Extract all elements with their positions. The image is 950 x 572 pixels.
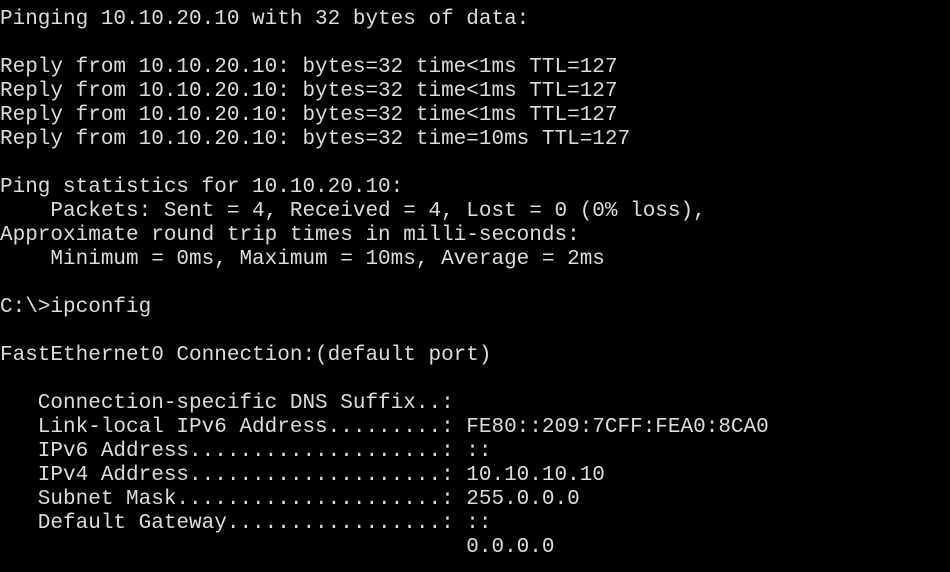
ipv6-address-line: IPv6 Address....................: ::: [0, 440, 492, 463]
round-trip-header: Approximate round trip times in milli-se…: [0, 224, 580, 247]
ping-packets-summary: Packets: Sent = 4, Received = 4, Lost = …: [0, 200, 706, 223]
ping-reply-line: Reply from 10.10.20.10: bytes=32 time<1m…: [0, 56, 618, 79]
ping-statistics-header: Ping statistics for 10.10.20.10:: [0, 176, 404, 199]
ping-header-line: Pinging 10.10.20.10 with 32 bytes of dat…: [0, 8, 530, 31]
dns-suffix-line: Connection-specific DNS Suffix..:: [0, 392, 454, 415]
command-prompt-terminal[interactable]: Pinging 10.10.20.10 with 32 bytes of dat…: [0, 0, 950, 572]
ping-reply-line: Reply from 10.10.20.10: bytes=32 time<1m…: [0, 80, 618, 103]
default-gateway-ipv4-line: 0.0.0.0: [0, 536, 555, 559]
subnet-mask-line: Subnet Mask.....................: 255.0.…: [0, 488, 580, 511]
ping-reply-line: Reply from 10.10.20.10: bytes=32 time=10…: [0, 128, 631, 151]
command-prompt-ipconfig: C:\>ipconfig: [0, 296, 152, 319]
ipv4-address-line: IPv4 Address....................: 10.10.…: [0, 464, 605, 487]
ping-reply-line: Reply from 10.10.20.10: bytes=32 time<1m…: [0, 104, 618, 127]
link-local-ipv6-line: Link-local IPv6 Address.........: FE80::…: [0, 416, 769, 439]
default-gateway-line: Default Gateway.................: ::: [0, 512, 492, 535]
adapter-header: FastEthernet0 Connection:(default port): [0, 344, 492, 367]
round-trip-summary: Minimum = 0ms, Maximum = 10ms, Average =…: [0, 248, 605, 271]
